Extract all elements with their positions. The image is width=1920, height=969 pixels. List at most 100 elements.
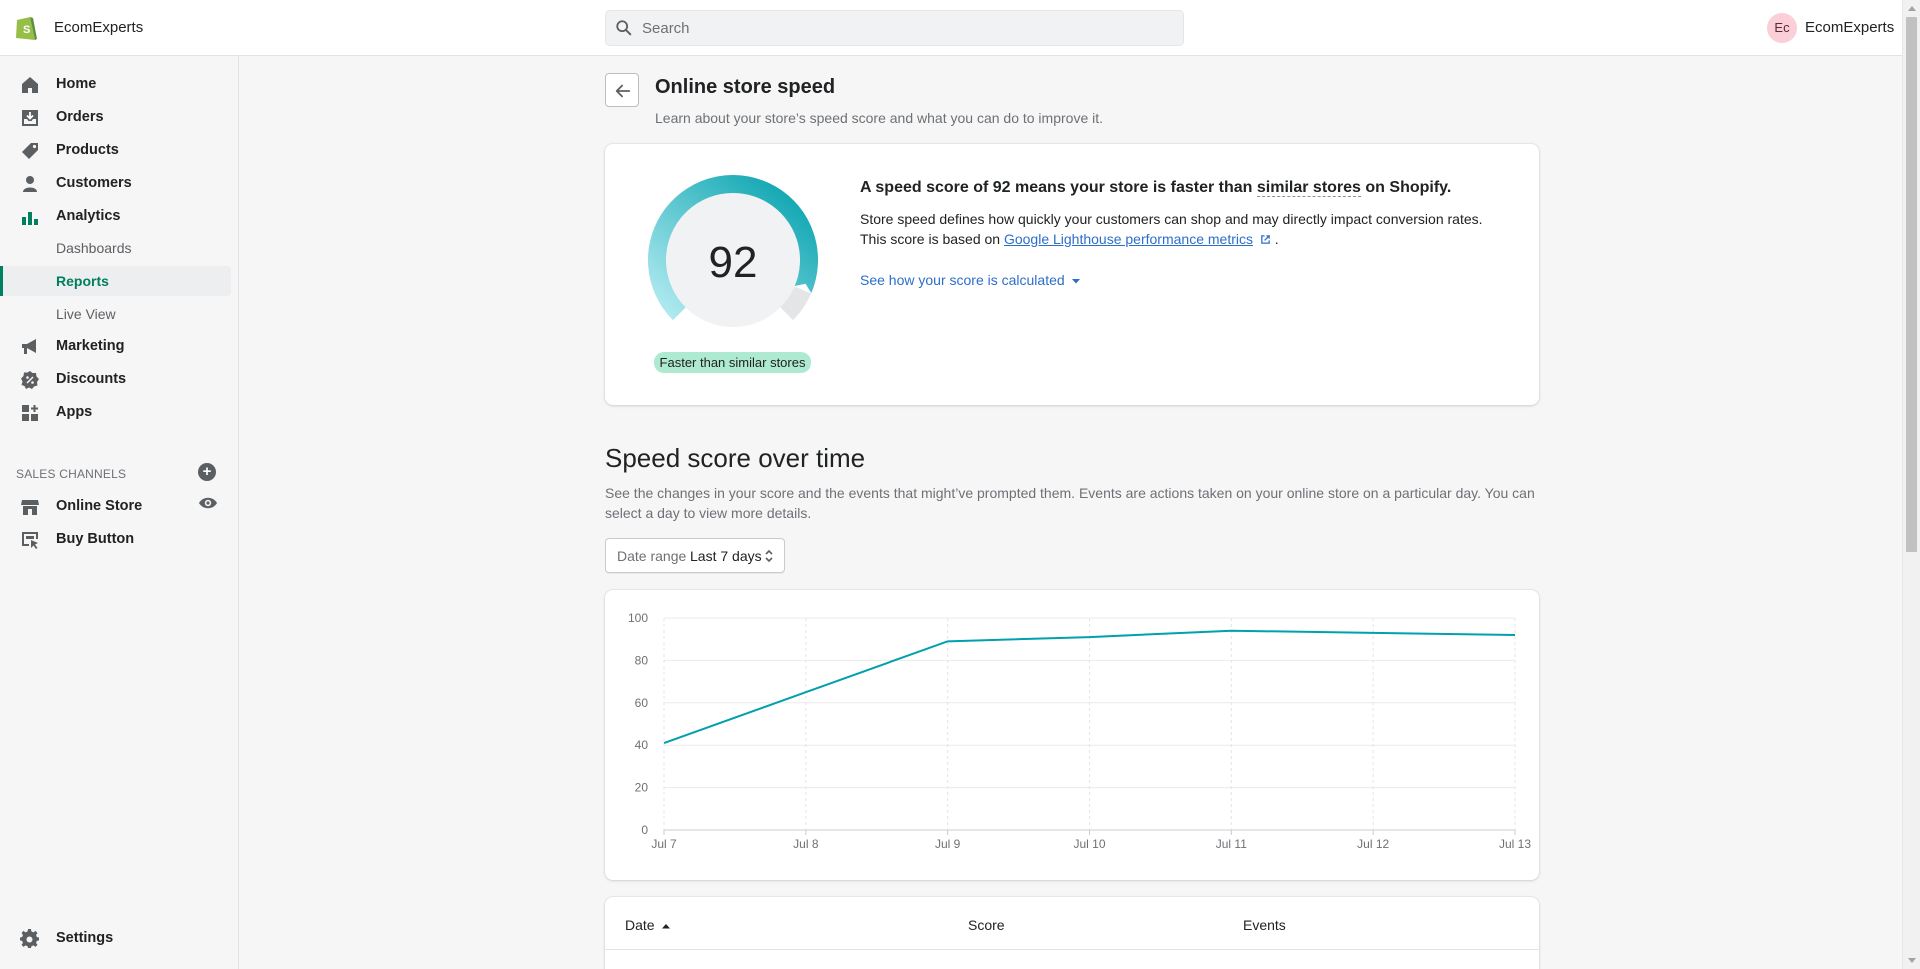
tag-icon bbox=[22, 143, 38, 159]
x-tick-label: Jul 11 bbox=[1216, 837, 1247, 851]
scroll-up-arrow-icon[interactable] bbox=[1908, 6, 1916, 11]
x-tick-label: Jul 13 bbox=[1499, 837, 1531, 851]
plus-icon: + bbox=[202, 463, 212, 480]
sidebar-item-label: Online Store bbox=[56, 498, 143, 514]
date-column-header[interactable]: Date bbox=[625, 917, 671, 933]
sidebar-item-label: Marketing bbox=[56, 338, 125, 354]
sidebar-item-customers[interactable]: Customers bbox=[0, 167, 239, 199]
sales-channels-heading: SALES CHANNELS bbox=[16, 467, 127, 481]
x-tick-label: Jul 8 bbox=[793, 837, 819, 851]
y-tick-label: 0 bbox=[641, 823, 648, 837]
speed-score-card: 92 Faster than similar stores A speed sc… bbox=[605, 144, 1539, 405]
svg-text:S: S bbox=[23, 24, 30, 36]
score-column-header: Score bbox=[968, 917, 1005, 933]
sidebar-item-reports[interactable]: Reports bbox=[0, 266, 231, 296]
speed-history-table: Date Score Events bbox=[605, 897, 1539, 969]
sidebar-item-analytics[interactable]: Analytics bbox=[0, 200, 239, 232]
sidebar-item-settings[interactable]: Settings bbox=[0, 922, 239, 954]
add-sales-channel-button[interactable]: + bbox=[198, 463, 216, 481]
table-divider bbox=[605, 949, 1539, 950]
sidebar-item-live-view[interactable]: Live View bbox=[0, 299, 239, 329]
headline-text: A speed score of 92 means your store is … bbox=[860, 179, 1257, 196]
section-title: Speed score over time bbox=[605, 443, 866, 473]
sidebar-item-buy-button[interactable]: Buy Button bbox=[0, 523, 239, 555]
speed-line-chart: 0 20 40 60 80 100 Jul 7 Jul 8 Jul 9 Jul 10 Jul 11 J… bbox=[628, 611, 1531, 851]
date-range-label: Date range bbox=[617, 548, 687, 564]
score-headline: A speed score of 92 means your store is … bbox=[860, 179, 1451, 197]
select-arrows-icon bbox=[765, 549, 773, 563]
sidebar-item-label: Live View bbox=[56, 306, 116, 322]
megaphone-icon bbox=[22, 339, 36, 354]
person-icon bbox=[23, 176, 37, 192]
home-icon bbox=[22, 77, 38, 93]
sidebar-item-dashboards[interactable]: Dashboards bbox=[0, 233, 239, 263]
sidebar-item-label: Reports bbox=[56, 273, 109, 289]
y-tick-label: 20 bbox=[635, 781, 649, 795]
x-tick-label: Jul 10 bbox=[1073, 837, 1105, 851]
top-bar: S EcomExperts Search Ec EcomExperts bbox=[0, 0, 1902, 56]
date-range-value: Last 7 days bbox=[690, 548, 762, 564]
page-subtitle: Learn about your store’s speed score and… bbox=[655, 110, 1104, 126]
gear-icon bbox=[20, 929, 39, 948]
headline-text-end: on Shopify. bbox=[1360, 179, 1452, 196]
shopify-logo-icon[interactable]: S bbox=[14, 14, 38, 42]
sidebar-item-marketing[interactable]: Marketing bbox=[0, 330, 239, 362]
back-button[interactable] bbox=[605, 73, 639, 107]
y-tick-label: 100 bbox=[628, 611, 648, 625]
page-title: Online store speed bbox=[655, 76, 836, 98]
orders-icon bbox=[22, 110, 38, 126]
sidebar-item-label: Products bbox=[56, 142, 119, 158]
y-tick-label: 60 bbox=[635, 696, 649, 710]
sidebar-item-label: Orders bbox=[56, 109, 104, 125]
sidebar-item-discounts[interactable]: Discounts bbox=[0, 363, 239, 395]
bar-chart-icon bbox=[22, 212, 38, 225]
buy-button-icon bbox=[22, 532, 38, 549]
scroll-down-arrow-icon[interactable] bbox=[1908, 958, 1916, 963]
sidebar-item-label: Analytics bbox=[56, 208, 121, 224]
x-tick-label: Jul 9 bbox=[935, 837, 961, 851]
sidebar-item-home[interactable]: Home bbox=[0, 68, 239, 100]
lighthouse-metrics-link[interactable]: Google Lighthouse performance metrics bbox=[1004, 231, 1253, 247]
apps-icon bbox=[22, 405, 38, 421]
sidebar-item-label: Dashboards bbox=[56, 240, 132, 256]
store-icon bbox=[21, 500, 39, 515]
arrow-left-icon bbox=[615, 84, 631, 98]
speed-chart-card: 0 20 40 60 80 100 Jul 7 Jul 8 Jul 9 Jul 10 Jul 11 J… bbox=[605, 590, 1539, 880]
sidebar-item-orders[interactable]: Orders bbox=[0, 101, 239, 133]
y-tick-label: 80 bbox=[635, 653, 649, 667]
see-how-label: See how your score is calculated bbox=[860, 272, 1065, 288]
eye-icon[interactable] bbox=[198, 495, 218, 511]
x-tick-label: Jul 12 bbox=[1357, 837, 1389, 851]
discount-icon bbox=[21, 371, 39, 389]
page-scrollbar[interactable] bbox=[1902, 0, 1920, 969]
sidebar-item-products[interactable]: Products bbox=[0, 134, 239, 166]
sidebar-item-label: Customers bbox=[56, 175, 132, 191]
sidebar-item-apps[interactable]: Apps bbox=[0, 396, 239, 428]
status-badge: Faster than similar stores bbox=[654, 352, 811, 373]
similar-stores-tooltip-link[interactable]: similar stores bbox=[1256, 179, 1361, 197]
date-header-label: Date bbox=[625, 917, 655, 933]
see-how-score-calculated-link[interactable]: See how your score is calculated bbox=[860, 272, 1081, 288]
sidebar-item-label: Home bbox=[56, 76, 97, 92]
external-link-icon[interactable] bbox=[1260, 234, 1271, 245]
sidebar-item-label: Buy Button bbox=[56, 531, 135, 547]
sidebar-item-label: Apps bbox=[56, 404, 93, 420]
scrollbar-thumb[interactable] bbox=[1906, 17, 1917, 552]
search-input[interactable]: Search bbox=[605, 10, 1184, 46]
sidebar: Home Orders Products Customers Analytics… bbox=[0, 56, 239, 969]
avatar[interactable]: Ec bbox=[1767, 13, 1797, 43]
caret-down-icon bbox=[1071, 279, 1080, 284]
description-text-end: . bbox=[1274, 231, 1279, 247]
search-icon bbox=[616, 20, 632, 36]
store-name[interactable]: EcomExperts bbox=[54, 19, 143, 36]
y-tick-label: 40 bbox=[635, 738, 649, 752]
search-placeholder: Search bbox=[642, 20, 690, 37]
speed-score-value: 92 bbox=[708, 238, 758, 287]
events-column-header: Events bbox=[1243, 917, 1286, 933]
sort-ascending-icon bbox=[662, 924, 671, 929]
sidebar-item-label: Discounts bbox=[56, 371, 127, 387]
user-name[interactable]: EcomExperts bbox=[1805, 19, 1894, 36]
date-range-select[interactable]: Date range Last 7 days bbox=[605, 538, 785, 573]
section-description: See the changes in your score and the ev… bbox=[605, 485, 1535, 521]
sidebar-item-label: Settings bbox=[56, 930, 114, 946]
